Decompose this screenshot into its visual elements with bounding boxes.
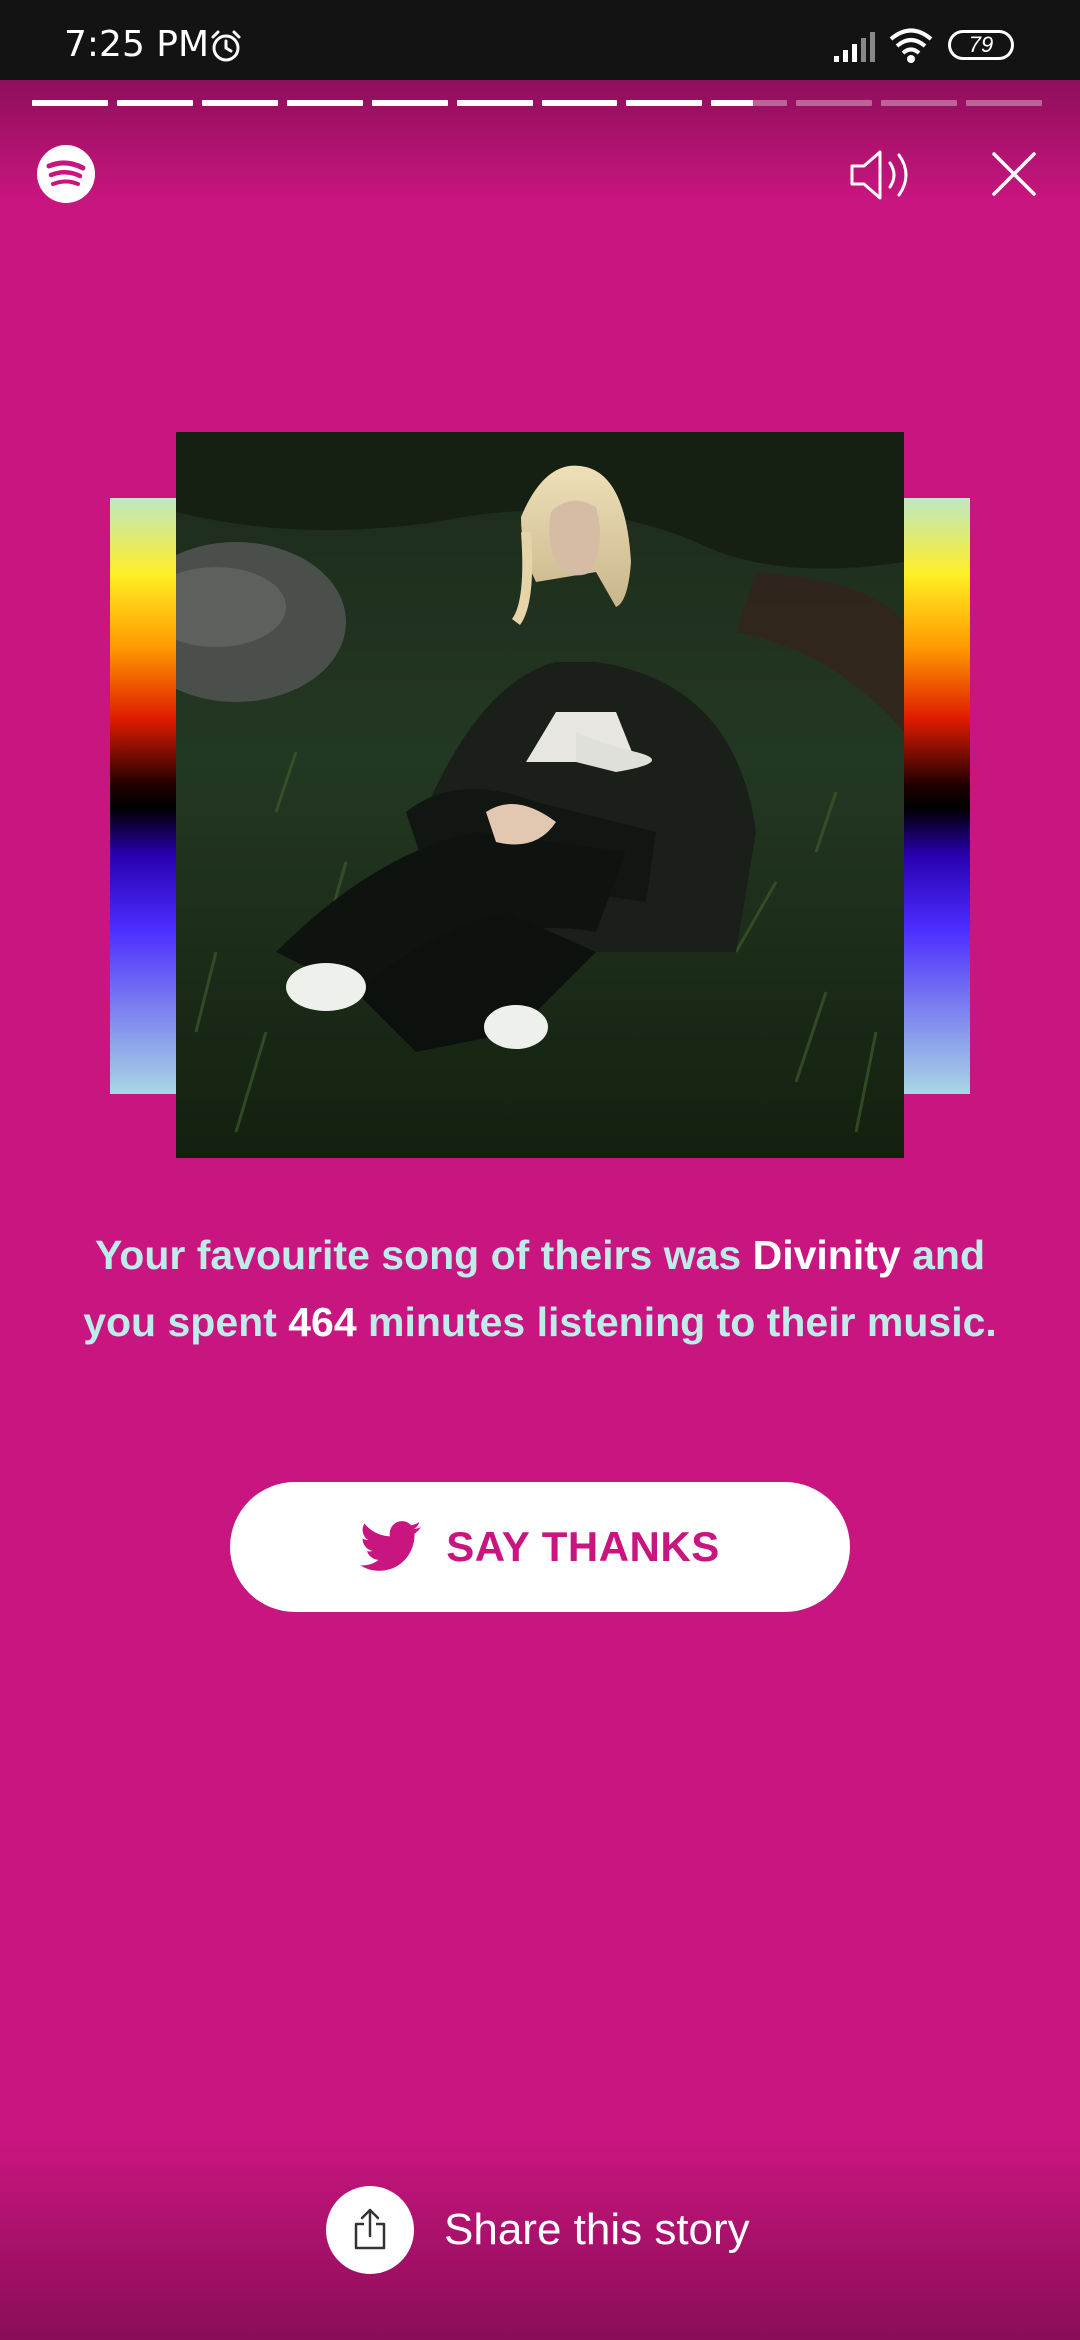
gradient-stripe-right: [904, 498, 970, 1094]
minutes-count: 464: [288, 1299, 357, 1345]
share-story-button[interactable]: Share this story: [326, 2186, 750, 2274]
status-bar: 7:25 PM 79: [0, 0, 1080, 80]
story-caption: Your favourite song of theirs was Divini…: [60, 1222, 1020, 1356]
progress-segment-fill: [286, 100, 363, 106]
status-time: 7:25 PM: [64, 24, 210, 65]
say-thanks-label: SAY THANKS: [446, 1523, 720, 1570]
progress-segment: [201, 100, 278, 106]
top-gradient: [0, 80, 1080, 200]
progress-segment: [966, 100, 1043, 106]
gradient-stripe-left: [110, 498, 176, 1094]
signal-icon: [834, 32, 875, 62]
progress-segment: [626, 100, 703, 106]
progress-segment-fill: [371, 100, 448, 106]
progress-segment: [456, 100, 533, 106]
battery-indicator: 79: [948, 30, 1014, 60]
progress-segment-fill: [201, 100, 278, 106]
spotify-logo-icon: [37, 145, 95, 203]
progress-segment: [541, 100, 618, 106]
close-icon[interactable]: [990, 150, 1038, 198]
alarm-icon: [211, 30, 241, 62]
progress-segment-fill: [541, 100, 618, 106]
progress-segment: [371, 100, 448, 106]
story-progress-bar: [32, 100, 1043, 106]
caption-text: Your favourite song of theirs was: [94, 1232, 753, 1278]
caption-text: minutes listening to their music.: [356, 1299, 997, 1345]
say-thanks-button[interactable]: SAY THANKS: [230, 1482, 850, 1612]
progress-segment-fill: [626, 100, 703, 106]
share-icon: [354, 2208, 386, 2250]
progress-segment: [32, 100, 108, 106]
favourite-song: Divinity: [752, 1232, 901, 1278]
share-label: Share this story: [444, 2205, 750, 2254]
progress-segment-fill: [456, 100, 533, 106]
progress-segment: [711, 100, 788, 106]
progress-segment: [286, 100, 363, 106]
progress-segment-fill: [116, 100, 193, 106]
progress-segment: [116, 100, 193, 106]
progress-segment-fill: [711, 100, 754, 106]
progress-segment: [796, 100, 873, 106]
twitter-icon: [360, 1521, 422, 1571]
artist-photo: [176, 432, 904, 1158]
share-icon-circle[interactable]: [326, 2186, 414, 2274]
progress-segment-fill: [32, 100, 108, 106]
volume-icon[interactable]: [848, 146, 916, 204]
wifi-icon: [889, 28, 933, 63]
progress-segment: [881, 100, 958, 106]
